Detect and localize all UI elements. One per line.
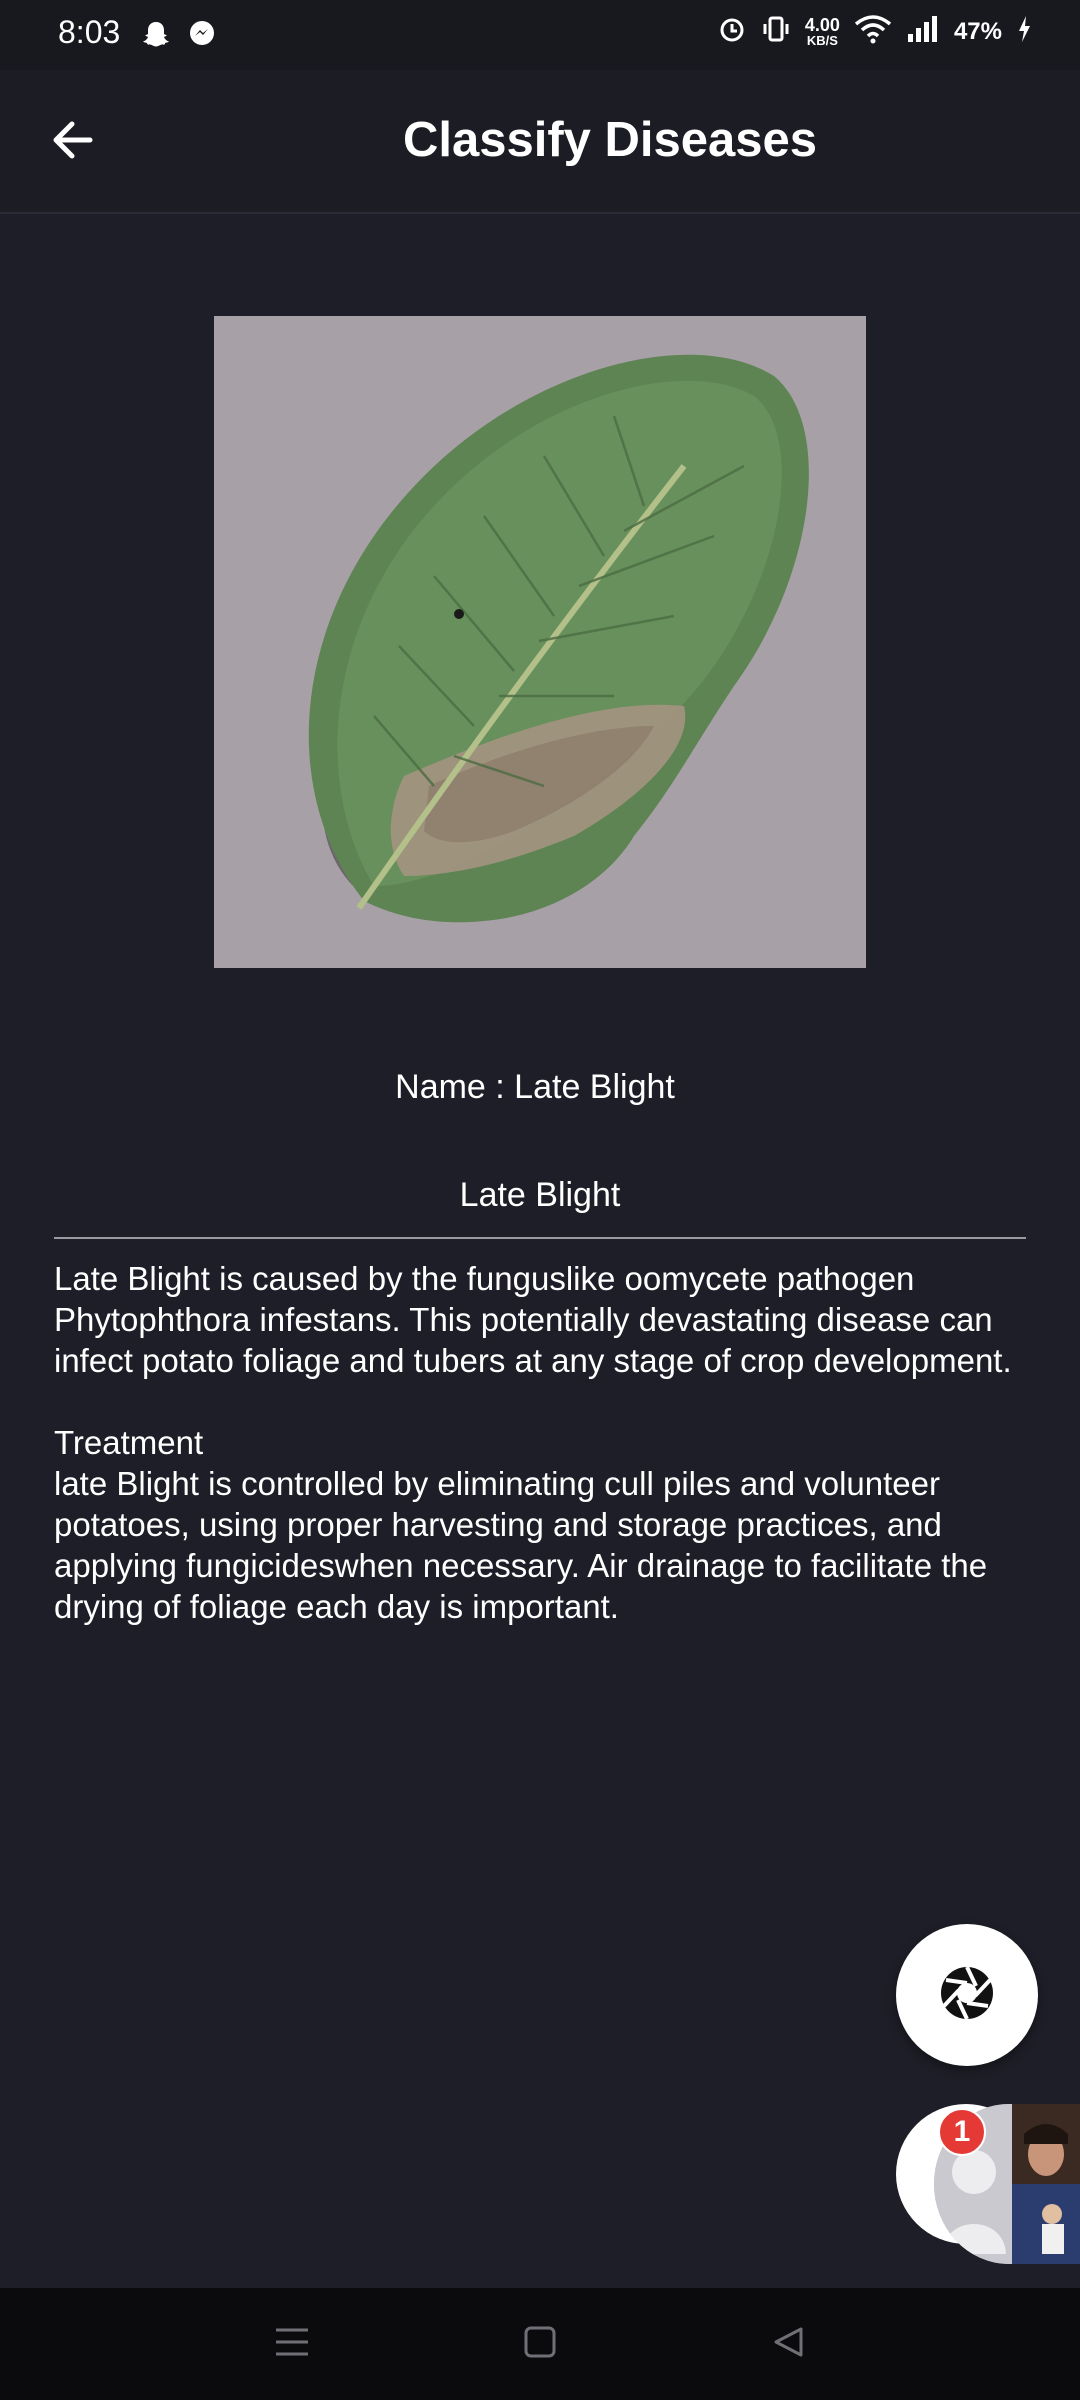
status-right: 4.00 KB/S 47% [717,14,1032,49]
notification-badge: 1 [938,2108,986,2156]
notification-icons [140,18,218,55]
app-bar: Classify Diseases [0,70,1080,214]
wifi-icon [854,14,892,49]
chat-head-bubble[interactable]: 1 [896,2104,1080,2268]
alarm-icon [717,14,747,49]
navigation-bar [0,2288,1080,2400]
net-speed: 4.00 KB/S [805,16,840,47]
home-icon [523,2325,557,2364]
charging-icon [1016,14,1032,49]
disease-name: Name : Late Blight [395,1068,675,1106]
back-icon [771,2325,805,2364]
messenger-icon [186,18,218,55]
page-title: Classify Diseases [402,113,818,167]
disease-description[interactable]: Late Blight is caused by the funguslike … [54,1258,1044,1630]
leaf-image [214,316,866,968]
screen: 8:03 4.00 KB/S 47% Classify Diseases Nam… [0,0,1080,2400]
recents-button[interactable] [262,2318,322,2370]
vibrate-icon [761,14,791,49]
back-nav-button[interactable] [758,2318,818,2370]
status-time: 8:03 [58,14,121,50]
camera-button[interactable] [896,1924,1038,2066]
net-speed-value: 4.00 [804,15,840,35]
camera-shutter-icon [938,1964,996,2027]
battery-percent: 47% [953,17,1002,45]
home-button[interactable] [510,2318,570,2370]
snapchat-icon [140,18,172,55]
treatment-text: late Blight is controlled by eliminating… [54,1465,988,1625]
status-bar: 8:03 4.00 KB/S 47% [0,0,1080,70]
signal-icon [906,14,940,49]
description-text: Late Blight is caused by the funguslike … [54,1260,1012,1379]
treatment-label: Treatment [54,1424,204,1461]
recents-icon [272,2325,312,2364]
net-speed-unit: KB/S [806,33,838,48]
disease-heading: Late Blight [459,1176,621,1214]
divider [54,1237,1026,1239]
